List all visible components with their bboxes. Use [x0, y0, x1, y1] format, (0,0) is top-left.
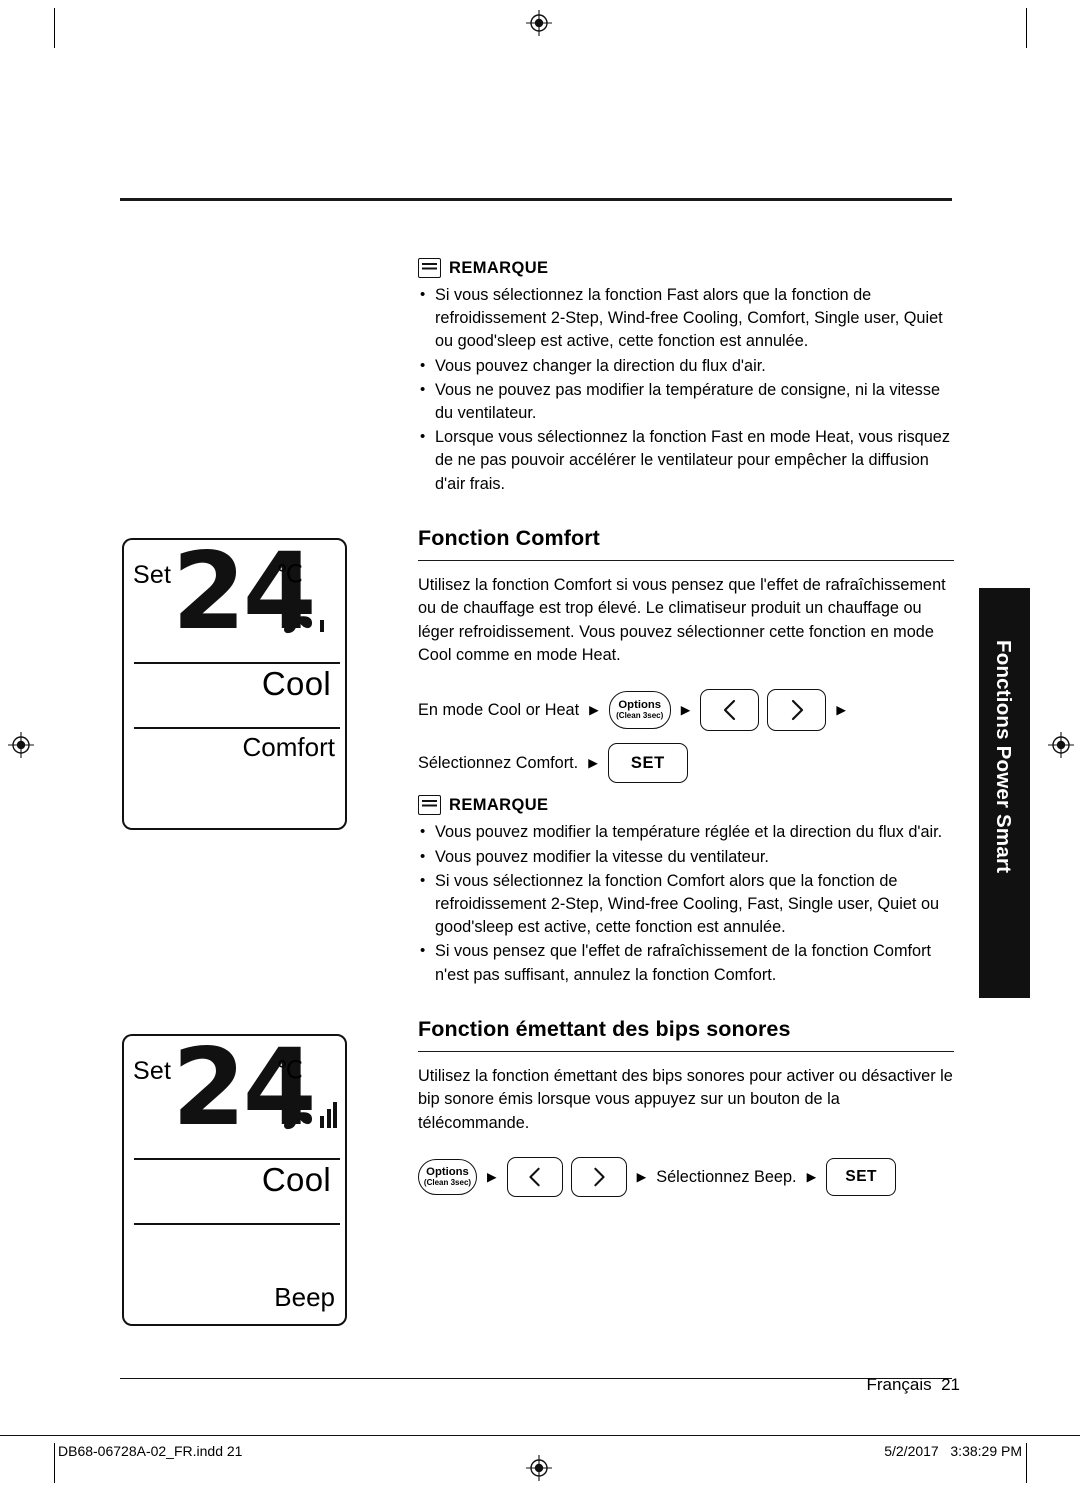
- lcd-mode-label: Cool: [261, 1161, 331, 1198]
- arrow-icon: ▶: [636, 1169, 647, 1184]
- footer-page-number: 21: [941, 1375, 960, 1394]
- lcd-divider-2: [134, 727, 340, 729]
- note-header-top: REMARQUE: [418, 258, 954, 278]
- lcd-divider-1: [134, 1158, 340, 1160]
- step-row-2: Sélectionnez Comfort. ▶ SET: [418, 743, 954, 784]
- chevron-left-icon: [527, 1166, 543, 1188]
- registration-mark-right: [1048, 732, 1074, 758]
- arrow-icon: ▶: [487, 1169, 497, 1184]
- steps-comfort: En mode Cool or Heat ▶ Options (Clean 3s…: [418, 689, 954, 784]
- crop-mark-bottom-left: [54, 1443, 56, 1483]
- section-title-beep: Fonction émettant des bips sonores: [418, 1017, 954, 1052]
- footer-language: Français: [866, 1375, 932, 1394]
- prev-button[interactable]: [506, 1157, 563, 1198]
- list-item: Vous pouvez modifier la vitesse du venti…: [418, 845, 954, 869]
- lcd-unit: ℃: [276, 1057, 303, 1084]
- crop-mark-top-right: [1026, 8, 1028, 48]
- list-item: Si vous pensez que l'effet de rafraîchis…: [418, 939, 954, 986]
- next-button[interactable]: [767, 689, 827, 732]
- options-button[interactable]: Options (Clean 3sec): [418, 1159, 477, 1196]
- arrow-icon: ▶: [588, 756, 598, 771]
- arrow-icon: ▶: [806, 1169, 817, 1184]
- side-tab-label: Fonctions Power Smart: [992, 640, 1015, 874]
- lcd-display-beep: Set 24 ℃ Cool Beep: [122, 1034, 347, 1326]
- lcd-mode-label: Cool: [261, 665, 331, 702]
- print-file-name: DB68-06728A-02_FR.indd 21: [58, 1443, 243, 1459]
- section-body-comfort: Utilisez la fonction Comfort si vous pen…: [418, 575, 946, 665]
- note-title: REMARQUE: [449, 258, 549, 277]
- section-title-comfort: Fonction Comfort: [418, 526, 954, 561]
- fan-speed-bars: [320, 604, 324, 632]
- arrow-icon: ▶: [589, 703, 599, 718]
- list-item: Si vous sélectionnez la fonction Fast al…: [418, 283, 954, 354]
- note-list-top: Si vous sélectionnez la fonction Fast al…: [418, 283, 954, 496]
- lcd-function-label: Beep: [274, 1282, 335, 1312]
- options-button-sublabel: (Clean 3sec): [423, 1177, 472, 1187]
- steps-beep: Options (Clean 3sec) ▶ ▶ Sélectionnez Be…: [418, 1157, 954, 1198]
- lcd-divider-1: [134, 662, 340, 664]
- section-body-beep: Utilisez la fonction émettant des bips s…: [418, 1066, 953, 1132]
- fan-icon: [274, 596, 320, 640]
- header-rule: [120, 198, 952, 201]
- lcd-set-label: Set: [133, 561, 172, 589]
- fan-icon: [274, 1092, 320, 1136]
- lcd-set-label: Set: [133, 1057, 172, 1085]
- note-icon: [418, 795, 441, 816]
- print-timestamp: 5/2/2017 3:38:29 PM: [884, 1443, 1022, 1459]
- arrow-icon: ▶: [836, 703, 846, 718]
- lcd-divider-2: [134, 1223, 340, 1225]
- step-text: Sélectionnez Comfort.: [418, 753, 579, 772]
- lcd-display-comfort: Set 24 ℃ Cool Comfort: [122, 538, 347, 830]
- note-list-comfort: Vous pouvez modifier la température régl…: [418, 820, 954, 986]
- chevron-right-icon: [789, 698, 805, 722]
- step-text: En mode Cool or Heat: [418, 700, 580, 719]
- lcd-function-label: Comfort: [242, 732, 335, 762]
- lcd-unit: ℃: [276, 561, 303, 588]
- fan-speed-bars: [320, 1100, 337, 1128]
- content-column: REMARQUE Si vous sélectionnez la fonctio…: [418, 258, 954, 1209]
- note-title: REMARQUE: [449, 795, 549, 814]
- list-item: Lorsque vous sélectionnez la fonction Fa…: [418, 425, 954, 496]
- note-header-comfort: REMARQUE: [418, 795, 954, 816]
- registration-mark-bottom: [526, 1455, 552, 1481]
- print-footer-rule: [0, 1435, 1080, 1436]
- next-button[interactable]: [570, 1157, 627, 1198]
- registration-mark-left: [8, 732, 34, 758]
- options-button-sublabel: (Clean 3sec): [616, 711, 664, 721]
- list-item: Vous ne pouvez pas modifier la températu…: [418, 378, 954, 425]
- side-tab: Fonctions Power Smart: [979, 588, 1030, 998]
- crop-mark-bottom-right: [1026, 1443, 1028, 1483]
- prev-button[interactable]: [700, 689, 760, 732]
- set-button[interactable]: SET: [607, 743, 688, 784]
- set-button[interactable]: SET: [826, 1158, 897, 1197]
- print-date: 5/2/2017: [884, 1443, 939, 1459]
- step-row-beep: Options (Clean 3sec) ▶ ▶ Sélectionnez Be…: [418, 1157, 954, 1198]
- registration-mark-top: [526, 10, 552, 36]
- list-item: Vous pouvez modifier la température régl…: [418, 820, 954, 844]
- print-time: 3:38:29 PM: [950, 1443, 1022, 1459]
- step-row-1: En mode Cool or Heat ▶ Options (Clean 3s…: [418, 689, 954, 732]
- chevron-left-icon: [722, 698, 738, 722]
- options-button[interactable]: Options (Clean 3sec): [608, 691, 671, 730]
- list-item: Si vous sélectionnez la fonction Comfort…: [418, 869, 954, 940]
- arrow-icon: ▶: [680, 703, 691, 718]
- note-icon: [418, 258, 441, 278]
- step-text: Sélectionnez Beep.: [656, 1167, 797, 1186]
- footer-rule: [120, 1378, 952, 1380]
- chevron-right-icon: [591, 1166, 607, 1188]
- list-item: Vous pouvez changer la direction du flux…: [418, 354, 954, 378]
- crop-mark-top-left: [54, 8, 56, 48]
- page-canvas: Fonctions Power Smart Set 24 ℃ Cool Comf…: [0, 0, 1080, 1491]
- footer-page-indicator: Français 21: [866, 1375, 960, 1395]
